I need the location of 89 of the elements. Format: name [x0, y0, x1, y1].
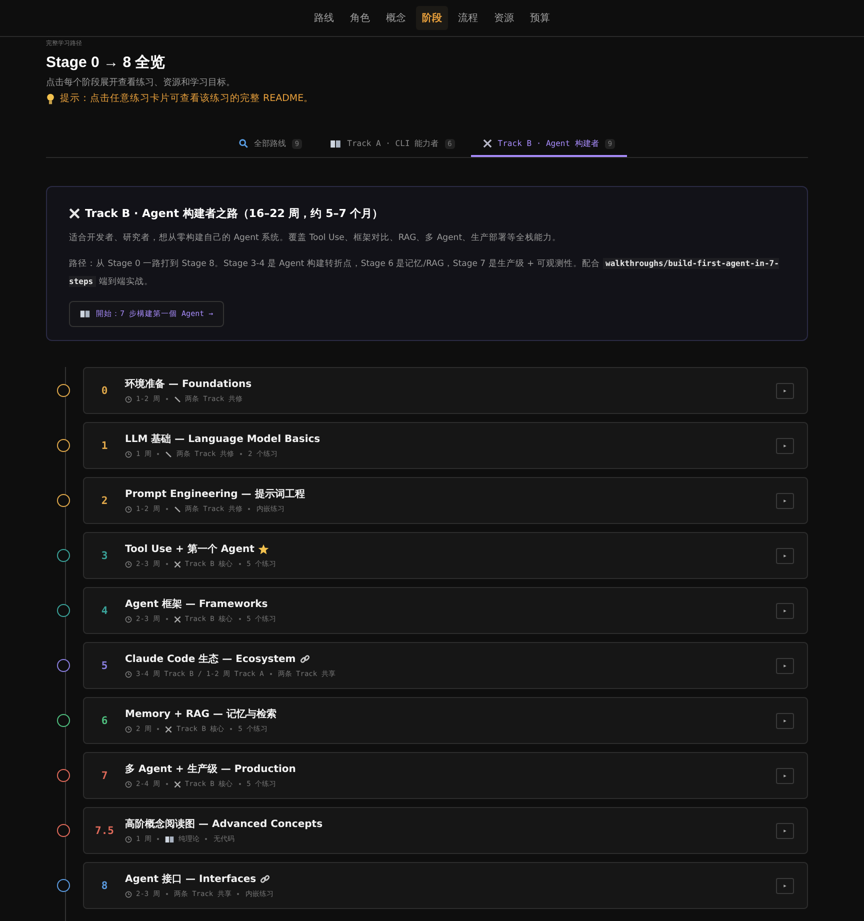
page-title: Stage 0 → 8 全览 [46, 53, 166, 72]
stage-number: 2 [100, 494, 109, 506]
stage-number: 0 [100, 384, 109, 396]
expand-button[interactable] [776, 658, 794, 674]
separator-dot [248, 508, 250, 510]
expand-button[interactable] [776, 822, 794, 838]
caret-icon [783, 828, 787, 832]
search-icon [238, 139, 248, 148]
nav-link[interactable]: 角色 [344, 6, 376, 30]
stage-title: Agent 接口 — Interfaces [125, 872, 256, 886]
stage-number: 5 [100, 660, 109, 672]
caret-icon [783, 664, 787, 668]
track-card-title: Track B · Agent 构建者之路（16–22 周，约 5–7 个月） [85, 206, 384, 221]
nav-link[interactable]: 概念 [380, 6, 412, 30]
separator-dot [157, 838, 160, 840]
stage-number: 6 [100, 714, 109, 726]
clock-icon [125, 836, 132, 842]
stage-number: 7.5 [94, 824, 115, 836]
separator-dot [230, 728, 232, 730]
clock-icon [125, 890, 132, 898]
nav-link[interactable]: 资源 [488, 6, 520, 30]
nav-link[interactable]: 阶段 [416, 6, 448, 30]
caret-icon [783, 884, 787, 888]
link-icon [260, 874, 270, 884]
clock-icon [125, 396, 132, 402]
stage-title: Agent 框架 — Frameworks [125, 598, 268, 611]
stage-number: 7 [100, 770, 109, 782]
stage-title: Prompt Engineering — 提示词工程 [125, 488, 305, 501]
clock-icon [125, 670, 132, 678]
separator-dot [166, 783, 168, 785]
separator-dot [270, 673, 272, 675]
expand-button[interactable] [776, 548, 794, 564]
stage-title: 环境准备 — Foundations [125, 377, 252, 391]
expand-button[interactable] [776, 768, 794, 784]
track-path-text: 路径：从 Stage 0 一路打到 Stage 8。Stage 3-4 是 Agent 构建转折点，Stage 6 是记忆/RAG，Stage 7 是生产级 + 可观测性。配合 walkthroughs/build-first-agent-in-7-steps 端到端实战。 [69, 257, 780, 289]
separator-dot [238, 563, 241, 565]
stage-number: 4 [100, 604, 109, 616]
stage-number: 1 [100, 440, 109, 452]
book-icon [80, 310, 90, 318]
separator-dot [166, 893, 168, 895]
clock-icon [125, 506, 132, 512]
separator-dot [237, 893, 240, 895]
lightbulb-icon [46, 92, 55, 104]
book-icon [330, 140, 342, 148]
separator-dot [157, 728, 160, 730]
track-description: 适合开发者、研究者，想从零构建自己的 Agent 系统。覆盖 Tool Use、框架对比、RAG、多 Agent、生产部署等全栈能力。 [69, 232, 562, 245]
expand-button[interactable] [776, 712, 794, 728]
expand-button[interactable] [776, 492, 794, 508]
caret-icon [783, 388, 787, 392]
separator-dot [166, 563, 168, 565]
caret-icon [783, 718, 787, 722]
separator-dot [166, 508, 168, 510]
separator-dot [240, 453, 242, 455]
book-icon [165, 836, 174, 842]
separator-dot [238, 783, 241, 785]
stage-title: Memory + RAG — 记忆与检索 [125, 708, 276, 721]
expand-button[interactable] [776, 878, 794, 894]
stage-number: 8 [100, 880, 109, 892]
star-icon [258, 544, 270, 554]
stage-number: 3 [100, 550, 109, 562]
nav-link[interactable]: 路线 [308, 6, 340, 30]
expand-button[interactable] [776, 438, 794, 454]
clock-icon [125, 726, 132, 732]
link-icon [300, 654, 310, 664]
separator-dot [205, 838, 208, 840]
caret-icon [783, 444, 787, 448]
stage-title: LLM 基础 — Language Model Basics [125, 432, 320, 446]
expand-button[interactable] [776, 382, 794, 398]
clock-icon [125, 450, 132, 458]
caret-icon [783, 554, 787, 558]
caret-icon [783, 608, 787, 612]
expand-button[interactable] [776, 602, 794, 618]
stage-title: 高阶概念阅读图 — Advanced Concepts [125, 817, 323, 831]
nav-link[interactable]: 流程 [452, 6, 484, 30]
page-subtitle: 点击每个阶段展开查看练习、资源和学习目标。 [46, 76, 236, 89]
clock-icon [125, 560, 132, 568]
stage-title: Tool Use + 第一个 Agent [125, 542, 254, 556]
stage-title: Claude Code 生态 — Ecosystem [125, 652, 296, 666]
tip-text: 提示：点击任意练习卡片可查看该练习的完整 README。 [60, 92, 314, 105]
caret-icon [783, 498, 787, 502]
clock-icon [125, 780, 132, 788]
separator-dot [238, 618, 241, 620]
separator-dot [157, 453, 160, 455]
separator-dot [166, 618, 168, 620]
clock-icon [125, 616, 132, 622]
nav-link[interactable]: 预算 [524, 6, 556, 30]
caret-icon [783, 774, 787, 778]
stage-title: 多 Agent + 生产级 — Production [125, 762, 296, 776]
separator-dot [166, 398, 168, 400]
